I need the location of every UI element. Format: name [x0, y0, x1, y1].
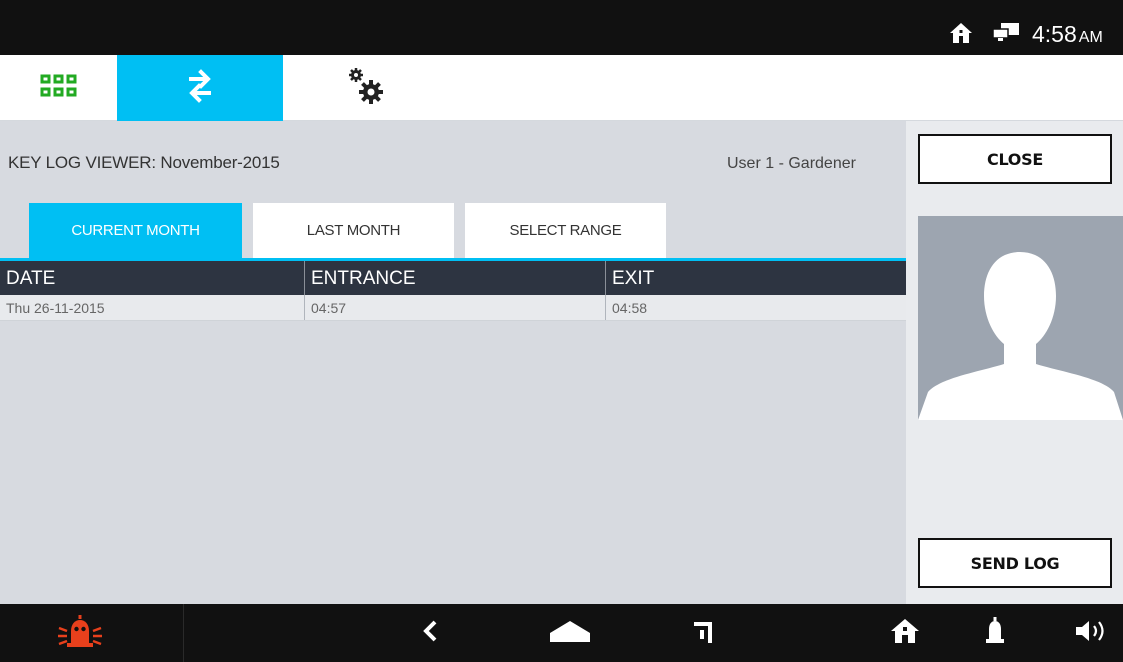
tab-last-month[interactable]: LAST MONTH	[253, 203, 454, 258]
tab-select-range[interactable]: SELECT RANGE	[465, 203, 666, 258]
column-header-exit: EXIT	[605, 261, 906, 295]
clock-ampm: AM	[1078, 29, 1103, 46]
cell-exit: 04:58	[605, 295, 906, 320]
tab-transfer[interactable]	[117, 55, 283, 121]
home-nav-button[interactable]	[540, 604, 600, 662]
transfer-arrows-icon	[185, 69, 215, 107]
close-button[interactable]: CLOSE	[918, 134, 1112, 184]
nav-bar	[0, 55, 1123, 121]
cell-entrance: 04:57	[304, 295, 605, 320]
bottom-bar	[0, 604, 1123, 662]
home-status-icon	[890, 618, 920, 648]
apps-grid-icon	[40, 74, 78, 102]
tab-settings[interactable]	[283, 55, 449, 121]
alarm-button[interactable]	[40, 604, 120, 662]
volume-button[interactable]	[1066, 604, 1116, 662]
table-header: DATE ENTRANCE EXIT	[0, 261, 906, 295]
settings-gears-icon	[346, 66, 386, 110]
home-status-button[interactable]	[880, 604, 930, 662]
clock-time: 4:58	[1032, 21, 1077, 47]
home-icon	[949, 22, 973, 48]
user-label: User 1 - Gardener	[727, 155, 856, 172]
page-title: KEY LOG VIEWER: November-2015	[8, 153, 280, 172]
home-icon	[548, 619, 592, 647]
side-panel: CLOSE SEND LOG	[906, 121, 1123, 604]
tab-current-month[interactable]: CURRENT MONTH	[29, 203, 242, 258]
back-button[interactable]	[410, 604, 450, 662]
clock: 4:58 AM	[1032, 21, 1103, 48]
status-bar: 4:58 AM	[0, 0, 1123, 55]
avatar	[918, 216, 1123, 420]
table-row[interactable]: Thu 26-11-2015 04:57 04:58	[0, 295, 906, 321]
alarm-icon	[57, 614, 103, 652]
column-header-date: DATE	[6, 268, 56, 289]
log-table: DATE ENTRANCE EXIT Thu 26-11-2015 04:57 …	[0, 261, 906, 321]
bypass-icon	[692, 618, 714, 648]
send-log-button[interactable]: SEND LOG	[918, 538, 1112, 588]
user-silhouette-icon	[918, 252, 1123, 420]
bell-icon	[984, 616, 1006, 650]
network-icon	[992, 22, 1020, 46]
notifications-button[interactable]	[970, 604, 1020, 662]
divider	[183, 604, 184, 662]
back-icon	[422, 620, 438, 646]
bypass-button[interactable]	[683, 604, 723, 662]
cell-date: Thu 26-11-2015	[6, 299, 105, 316]
tab-apps[interactable]	[0, 55, 117, 121]
column-header-entrance: ENTRANCE	[304, 261, 605, 295]
key-log-panel: KEY LOG VIEWER: November-2015 User 1 - G…	[0, 121, 906, 604]
speaker-icon	[1074, 619, 1108, 647]
